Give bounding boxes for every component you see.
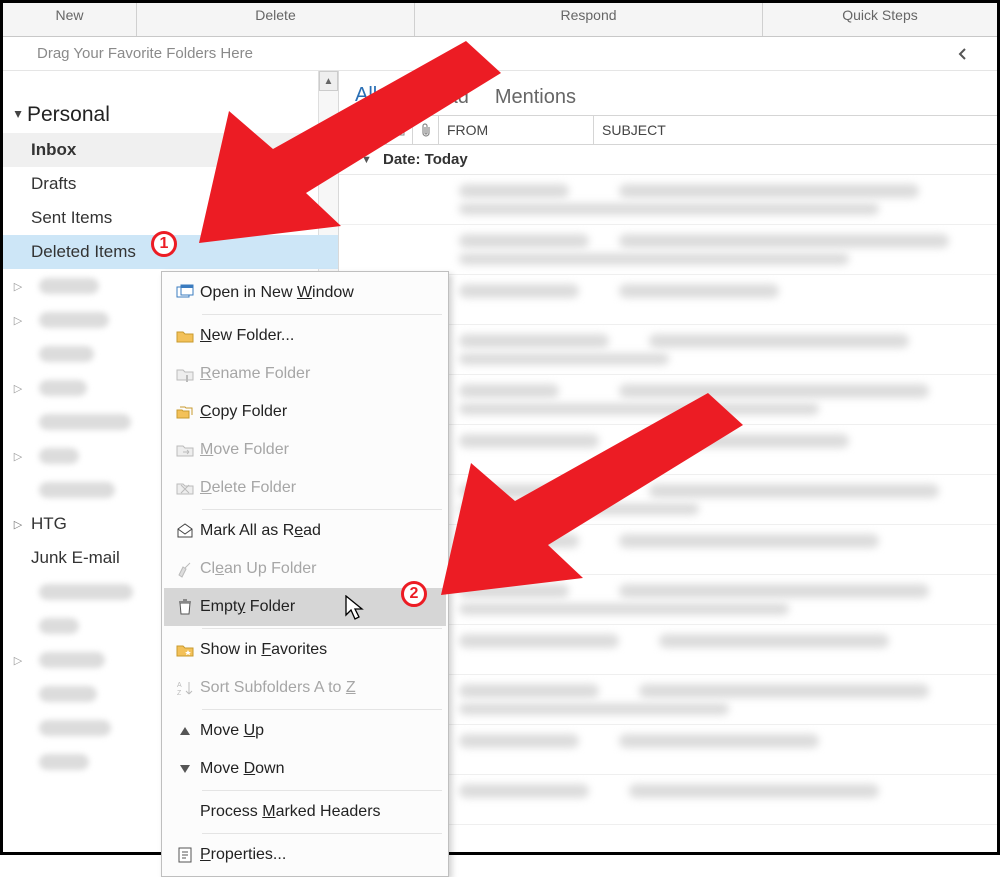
svg-text:Z: Z xyxy=(177,690,182,697)
menu-move-folder: Move Folder xyxy=(164,431,446,469)
folder-copy-icon xyxy=(170,403,200,421)
expander-icon[interactable]: ▷ xyxy=(11,269,25,303)
menu-label: Properties... xyxy=(200,846,286,864)
menu-open-new-window[interactable]: Open in New Window xyxy=(164,274,446,312)
folder-label: HTG xyxy=(31,514,67,534)
annotation-arrow-1 xyxy=(181,41,501,256)
menu-move-up[interactable]: Move Up xyxy=(164,712,446,750)
folder-icon xyxy=(170,327,200,345)
column-subject[interactable]: SUBJECT xyxy=(594,116,997,144)
svg-text:A: A xyxy=(177,682,182,689)
caret-down-icon: ▲ xyxy=(11,108,25,122)
menu-label: Sort Subfolders A to Z xyxy=(200,679,356,697)
menu-clean-up-folder: Clean Up Folder xyxy=(164,550,446,588)
triangle-up-icon xyxy=(170,722,200,740)
menu-label: Copy Folder xyxy=(200,403,287,421)
menu-move-down[interactable]: Move Down xyxy=(164,750,446,788)
folder-delete-icon xyxy=(170,479,200,497)
menu-label: Process Marked Headers xyxy=(200,803,381,821)
menu-label: Move Down xyxy=(200,760,285,778)
ribbon-group-new[interactable]: New xyxy=(3,3,137,36)
folder-label: Junk E-mail xyxy=(31,548,120,568)
menu-sort-subfolders: AZ Sort Subfolders A to Z xyxy=(164,669,446,707)
annotation-badge-1: 1 xyxy=(151,231,177,257)
annotation-arrow-2 xyxy=(433,393,743,618)
folder-label: Sent Items xyxy=(31,208,112,228)
menu-label: Clean Up Folder xyxy=(200,560,317,578)
mouse-cursor-icon xyxy=(345,595,367,621)
folder-label: Inbox xyxy=(31,140,76,160)
menu-process-marked-headers[interactable]: Process Marked Headers xyxy=(164,793,446,831)
folder-label: Deleted Items xyxy=(31,242,136,262)
folder-rename-icon xyxy=(170,365,200,383)
expander-icon[interactable]: ▷ xyxy=(11,643,25,677)
menu-label: Delete Folder xyxy=(200,479,296,497)
menu-new-folder[interactable]: New Folder... xyxy=(164,317,446,355)
ribbon: New Delete Respond Quick Steps xyxy=(3,3,997,37)
expander-icon[interactable]: ▷ xyxy=(11,507,25,541)
folder-label: Drafts xyxy=(31,174,76,194)
collapse-favorites-icon[interactable] xyxy=(957,37,969,71)
menu-properties[interactable]: Properties... xyxy=(164,836,446,874)
menu-show-in-favorites[interactable]: Show in Favorites xyxy=(164,631,446,669)
menu-delete-folder: Delete Folder xyxy=(164,469,446,507)
expander-icon[interactable]: ▷ xyxy=(11,439,25,473)
sort-az-icon: AZ xyxy=(170,679,200,697)
trash-icon xyxy=(170,598,200,616)
broom-icon xyxy=(170,560,200,578)
account-label: Personal xyxy=(27,103,110,127)
triangle-down-icon xyxy=(170,760,200,778)
ribbon-group-quicksteps[interactable]: Quick Steps xyxy=(763,3,997,36)
menu-label: Move Folder xyxy=(200,441,289,459)
folder-context-menu: Open in New Window New Folder... Rename … xyxy=(161,271,449,877)
menu-label: Open in New Window xyxy=(200,284,354,302)
menu-label: Show in Favorites xyxy=(200,641,327,659)
properties-icon xyxy=(170,846,200,864)
folder-move-icon xyxy=(170,441,200,459)
ribbon-group-respond[interactable]: Respond xyxy=(415,3,763,36)
ribbon-group-delete[interactable]: Delete xyxy=(137,3,415,36)
expander-icon[interactable]: ▷ xyxy=(11,303,25,337)
annotation-badge-2: 2 xyxy=(401,581,427,607)
tab-mentions[interactable]: Mentions xyxy=(495,86,576,115)
menu-label: Move Up xyxy=(200,722,264,740)
menu-label: Empty Folder xyxy=(200,598,295,616)
window-icon xyxy=(170,284,200,302)
menu-mark-all-read[interactable]: Mark All as Read xyxy=(164,512,446,550)
envelope-open-icon xyxy=(170,522,200,540)
expander-icon[interactable]: ▷ xyxy=(11,371,25,405)
menu-copy-folder[interactable]: Copy Folder xyxy=(164,393,446,431)
menu-label: Mark All as Read xyxy=(200,522,321,540)
menu-label: New Folder... xyxy=(200,327,294,345)
menu-label: Rename Folder xyxy=(200,365,310,383)
menu-rename-folder: Rename Folder xyxy=(164,355,446,393)
folder-star-icon xyxy=(170,641,200,659)
